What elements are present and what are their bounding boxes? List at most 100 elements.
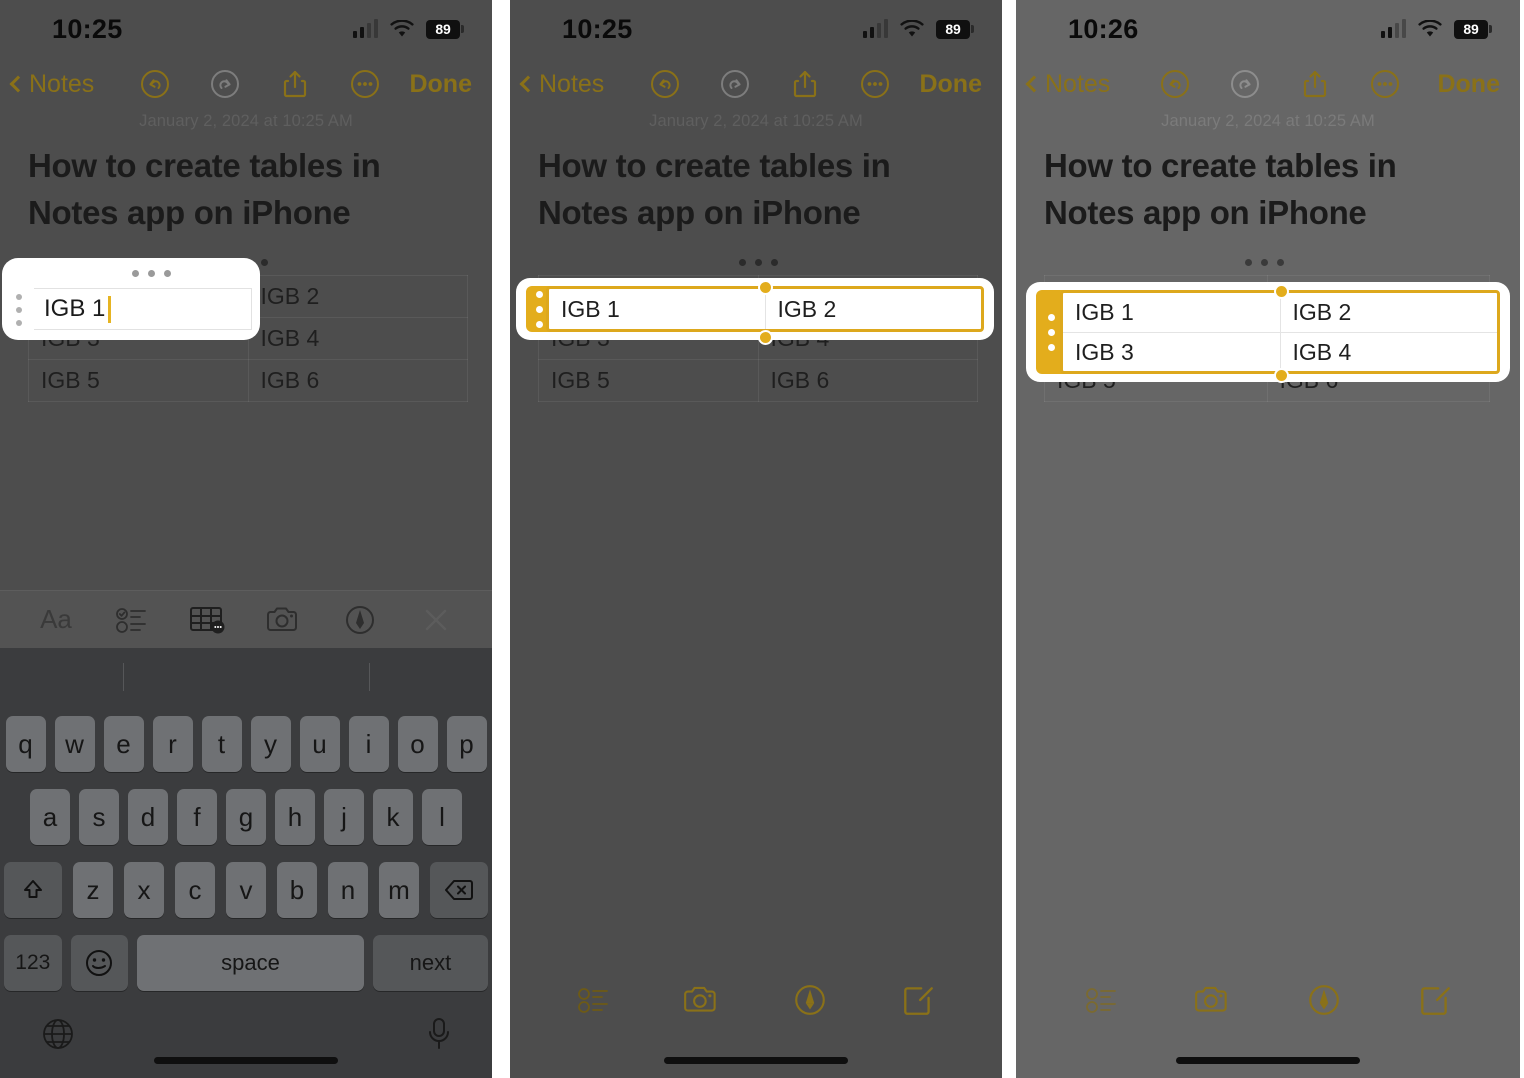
selection-handle-top[interactable] (758, 280, 773, 295)
more-icon[interactable] (348, 67, 382, 101)
key-j[interactable]: j (324, 789, 364, 845)
selected-cell[interactable]: IGB 1 (1063, 293, 1280, 332)
emoji-icon[interactable] (70, 935, 129, 991)
selected-cell[interactable]: IGB 4 (1279, 333, 1498, 371)
key-z[interactable]: z (73, 862, 113, 918)
selected-cell[interactable]: IGB 2 (764, 289, 982, 329)
done-button[interactable]: Done (1437, 70, 1500, 99)
share-icon[interactable] (278, 67, 312, 101)
key-s[interactable]: s (79, 789, 119, 845)
key-b[interactable]: b (277, 862, 317, 918)
checklist-icon[interactable] (572, 978, 616, 1022)
text-format-button[interactable]: Aa (35, 601, 77, 639)
redo-icon (1228, 67, 1262, 101)
table-menu-dots-icon[interactable] (1044, 255, 1484, 271)
selected-cell[interactable]: IGB 2 (1279, 293, 1498, 332)
table-icon[interactable] (187, 601, 229, 639)
highlight-callout-selected-rows: IGB 1 IGB 2 IGB 3 IGB 4 (1026, 282, 1510, 383)
key-x[interactable]: x (124, 862, 164, 918)
microphone-icon[interactable] (426, 1016, 452, 1052)
key-t[interactable]: t (201, 716, 242, 772)
redo-icon (718, 67, 752, 101)
key-i[interactable]: i (348, 716, 389, 772)
note-date: January 2, 2024 at 10:25 AM (1161, 112, 1375, 130)
key-q[interactable]: q (5, 716, 46, 772)
back-to-notes-button[interactable]: Notes (9, 70, 94, 99)
key-c[interactable]: c (175, 862, 215, 918)
key-h[interactable]: h (275, 789, 315, 845)
selected-cell[interactable]: IGB 1 (549, 289, 765, 329)
wifi-icon (1417, 19, 1443, 39)
key-v[interactable]: v (226, 862, 266, 918)
editing-table-cell[interactable]: IGB 1 (34, 288, 252, 330)
table-row[interactable]: IGB 5 IGB 6 (538, 358, 978, 402)
key-u[interactable]: u (299, 716, 340, 772)
table-cell[interactable]: IGB 4 (247, 316, 468, 360)
camera-icon[interactable] (680, 978, 724, 1022)
table-row[interactable]: IGB 5 IGB 6 (28, 358, 468, 402)
compose-icon[interactable] (1413, 978, 1457, 1022)
numbers-key[interactable]: 123 (4, 935, 62, 991)
selection-handle-bottom[interactable] (1274, 368, 1289, 383)
key-p[interactable]: p (446, 716, 487, 772)
next-key[interactable]: next (372, 935, 489, 991)
done-button[interactable]: Done (409, 70, 472, 99)
row-drag-handle-icon[interactable] (16, 294, 22, 326)
close-icon[interactable] (415, 601, 457, 639)
share-icon[interactable] (1298, 67, 1332, 101)
camera-icon[interactable] (1191, 978, 1235, 1022)
shift-icon[interactable] (4, 862, 62, 918)
key-k[interactable]: k (373, 789, 413, 845)
markup-icon[interactable] (339, 601, 381, 639)
selection-handle-top[interactable] (1274, 284, 1289, 299)
cellular-signal-icon (862, 19, 888, 38)
key-e[interactable]: e (103, 716, 144, 772)
undo-icon[interactable] (648, 67, 682, 101)
checklist-icon[interactable] (1080, 978, 1124, 1022)
selected-rows-box[interactable]: IGB 1 IGB 2 IGB 3 IGB 4 (1060, 290, 1500, 374)
editing-cell-text: IGB 1 (44, 295, 106, 322)
more-icon[interactable] (1368, 67, 1402, 101)
share-icon[interactable] (788, 67, 822, 101)
selected-cell[interactable]: IGB 3 (1063, 333, 1280, 371)
table-menu-dots-icon[interactable] (2, 258, 260, 277)
key-w[interactable]: w (54, 716, 95, 772)
back-to-notes-button[interactable]: Notes (519, 70, 604, 99)
space-key[interactable]: space (137, 935, 364, 991)
table-cell[interactable]: IGB 5 (538, 358, 759, 402)
table-cell[interactable]: IGB 5 (28, 358, 249, 402)
status-bar: 10:25 89 (510, 0, 1002, 58)
key-a[interactable]: a (30, 789, 70, 845)
status-indicators: 89 (862, 19, 974, 39)
battery-icon: 89 (1454, 19, 1488, 39)
undo-icon[interactable] (138, 67, 172, 101)
compose-icon[interactable] (896, 978, 940, 1022)
key-m[interactable]: m (379, 862, 419, 918)
key-d[interactable]: d (128, 789, 168, 845)
back-to-notes-button[interactable]: Notes (1025, 70, 1110, 99)
table-menu-dots-icon[interactable] (538, 255, 978, 271)
markup-icon[interactable] (1302, 978, 1346, 1022)
key-g[interactable]: g (226, 789, 266, 845)
note-date: January 2, 2024 at 10:25 AM (649, 112, 863, 130)
key-y[interactable]: y (250, 716, 291, 772)
keyboard-row-1: q w e r t y u i o p (0, 716, 492, 772)
selection-handle-bottom[interactable] (758, 330, 773, 345)
key-o[interactable]: o (397, 716, 438, 772)
key-r[interactable]: r (152, 716, 193, 772)
markup-icon[interactable] (788, 978, 832, 1022)
table-cell[interactable]: IGB 6 (757, 358, 978, 402)
keyboard-row-4: 123 space next (0, 935, 492, 991)
key-n[interactable]: n (328, 862, 368, 918)
table-cell[interactable]: IGB 2 (247, 274, 468, 318)
undo-icon[interactable] (1158, 67, 1192, 101)
more-icon[interactable] (858, 67, 892, 101)
camera-icon[interactable] (263, 601, 305, 639)
key-f[interactable]: f (177, 789, 217, 845)
globe-icon[interactable] (40, 1016, 76, 1052)
delete-icon[interactable] (430, 862, 488, 918)
done-button[interactable]: Done (919, 70, 982, 99)
table-cell[interactable]: IGB 6 (247, 358, 468, 402)
checklist-icon[interactable] (111, 601, 153, 639)
key-l[interactable]: l (422, 789, 462, 845)
